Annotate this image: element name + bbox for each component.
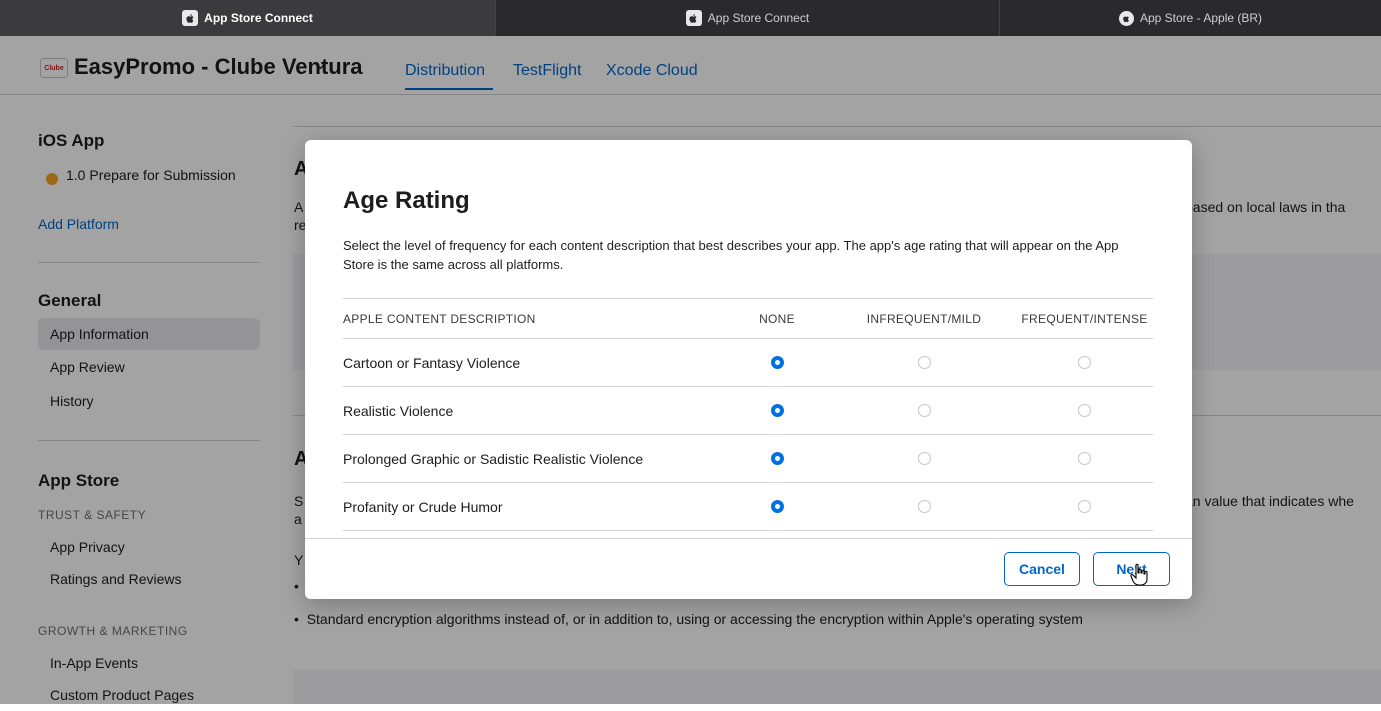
radio-none[interactable]	[770, 500, 784, 513]
row-label: Prolonged Graphic or Sadistic Realistic …	[343, 450, 644, 467]
column-header-infrequent-mild: INFREQUENT/MILD	[866, 311, 982, 326]
radio-none[interactable]	[770, 452, 784, 465]
content-description-table: APPLE CONTENT DESCRIPTION NONE INFREQUEN…	[343, 298, 1153, 541]
radio-none[interactable]	[770, 356, 784, 369]
row-label: Cartoon or Fantasy Violence	[343, 354, 521, 371]
table-row: Realistic Violence	[343, 386, 1153, 434]
hand-cursor-icon	[1130, 563, 1148, 586]
table-row: Prolonged Graphic or Sadistic Realistic …	[343, 434, 1153, 482]
apple-circle-icon	[1118, 10, 1134, 26]
row-label: Realistic Violence	[343, 402, 454, 419]
radio-infrequent-mild[interactable]	[917, 452, 931, 465]
radio-infrequent-mild[interactable]	[917, 500, 931, 513]
dialog-description: Select the level of frequency for each c…	[343, 238, 1119, 272]
browser-tab-app-store-connect-1[interactable]: App Store Connect	[0, 0, 496, 36]
row-label: Profanity or Crude Humor	[343, 498, 503, 515]
radio-frequent-intense[interactable]	[1078, 404, 1091, 417]
cancel-button[interactable]: Cancel	[1004, 552, 1080, 586]
browser-tab-app-store-connect-2[interactable]: App Store Connect	[496, 0, 1000, 36]
radio-infrequent-mild[interactable]	[917, 404, 931, 417]
apple-icon	[685, 10, 702, 26]
radio-frequent-intense[interactable]	[1078, 356, 1091, 369]
column-header-description: APPLE CONTENT DESCRIPTION	[343, 311, 536, 326]
dialog-footer: Cancel Next	[305, 538, 1192, 599]
column-header-frequent-intense: FREQUENT/INTENSE	[1021, 311, 1148, 326]
age-rating-dialog: Age Rating Select the level of frequency…	[305, 140, 1192, 599]
column-header-none: NONE	[759, 311, 795, 326]
radio-infrequent-mild[interactable]	[917, 356, 931, 369]
browser-tab-label: App Store Connect	[204, 11, 313, 25]
radio-none[interactable]	[770, 404, 784, 417]
browser-tab-app-store-apple[interactable]: App Store - Apple (BR)	[1000, 0, 1381, 36]
radio-frequent-intense[interactable]	[1078, 500, 1091, 513]
table-header: APPLE CONTENT DESCRIPTION NONE INFREQUEN…	[343, 298, 1153, 338]
table-row: Profanity or Crude Humor	[343, 482, 1153, 530]
browser-tab-label: App Store Connect	[707, 11, 810, 25]
table-row: Cartoon or Fantasy Violence	[343, 338, 1153, 386]
browser-tab-bar: App Store Connect App Store Connect App …	[0, 0, 1381, 36]
radio-frequent-intense[interactable]	[1078, 452, 1091, 465]
apple-icon	[182, 10, 199, 26]
browser-tab-label: App Store - Apple (BR)	[1139, 11, 1263, 25]
dialog-title: Age Rating	[343, 187, 470, 214]
